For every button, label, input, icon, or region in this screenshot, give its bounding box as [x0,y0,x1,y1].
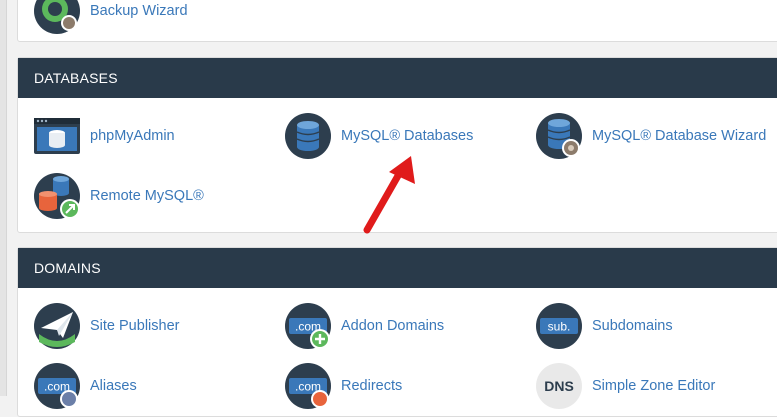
remote-mysql-icon [33,172,81,220]
addon-domains-link[interactable]: .com Addon Domains [284,302,444,350]
site-publisher-icon [33,302,81,350]
domains-panel: DOMAINS Site Publisher .com Addon Domain… [17,247,777,417]
remote-mysql-label: Remote MySQL® [90,188,204,204]
simple-zone-editor-label: Simple Zone Editor [592,378,716,394]
remote-mysql-link[interactable]: Remote MySQL® [33,172,204,220]
redirects-label: Redirects [341,378,403,394]
mysql-database-wizard-icon [535,112,583,160]
subdomains-icon-text: sub. [548,320,571,334]
subdomains-label: Subdomains [592,318,673,334]
mysql-database-wizard-label: MySQL® Database Wizard [592,128,767,144]
site-publisher-link[interactable]: Site Publisher [33,302,179,350]
files-panel: Backup Wizard [17,0,777,42]
aliases-label: Aliases [90,378,137,394]
backup-wizard-label: Backup Wizard [90,3,188,19]
left-rail [0,0,7,396]
phpmyadmin-icon [33,112,81,160]
domains-header: DOMAINS [18,248,777,288]
subdomains-icon: sub. [535,302,583,350]
databases-header: DATABASES [18,58,777,98]
mysql-databases-icon [284,112,332,160]
mysql-databases-label: MySQL® Databases [341,128,474,144]
site-publisher-label: Site Publisher [90,318,180,334]
simple-zone-editor-icon-text: DNS [544,378,574,394]
simple-zone-editor-icon: DNS [535,362,583,410]
mysql-database-wizard-link[interactable]: MySQL® Database Wizard [535,112,766,160]
aliases-link[interactable]: .com Aliases [33,362,137,410]
simple-zone-editor-link[interactable]: DNS Simple Zone Editor [535,362,715,410]
backup-wizard-icon [33,0,81,35]
phpmyadmin-label: phpMyAdmin [90,128,175,144]
backup-wizard-link[interactable]: Backup Wizard [33,0,188,35]
subdomains-link[interactable]: sub. Subdomains [535,302,673,350]
aliases-icon: .com [33,362,81,410]
addon-domains-icon: .com [284,302,332,350]
red-arrow-annotation [363,156,415,234]
addon-domains-label: Addon Domains [341,318,445,334]
redirects-icon: .com [284,362,332,410]
redirects-link[interactable]: .com Redirects [284,362,402,410]
phpmyadmin-link[interactable]: phpMyAdmin [33,112,175,160]
